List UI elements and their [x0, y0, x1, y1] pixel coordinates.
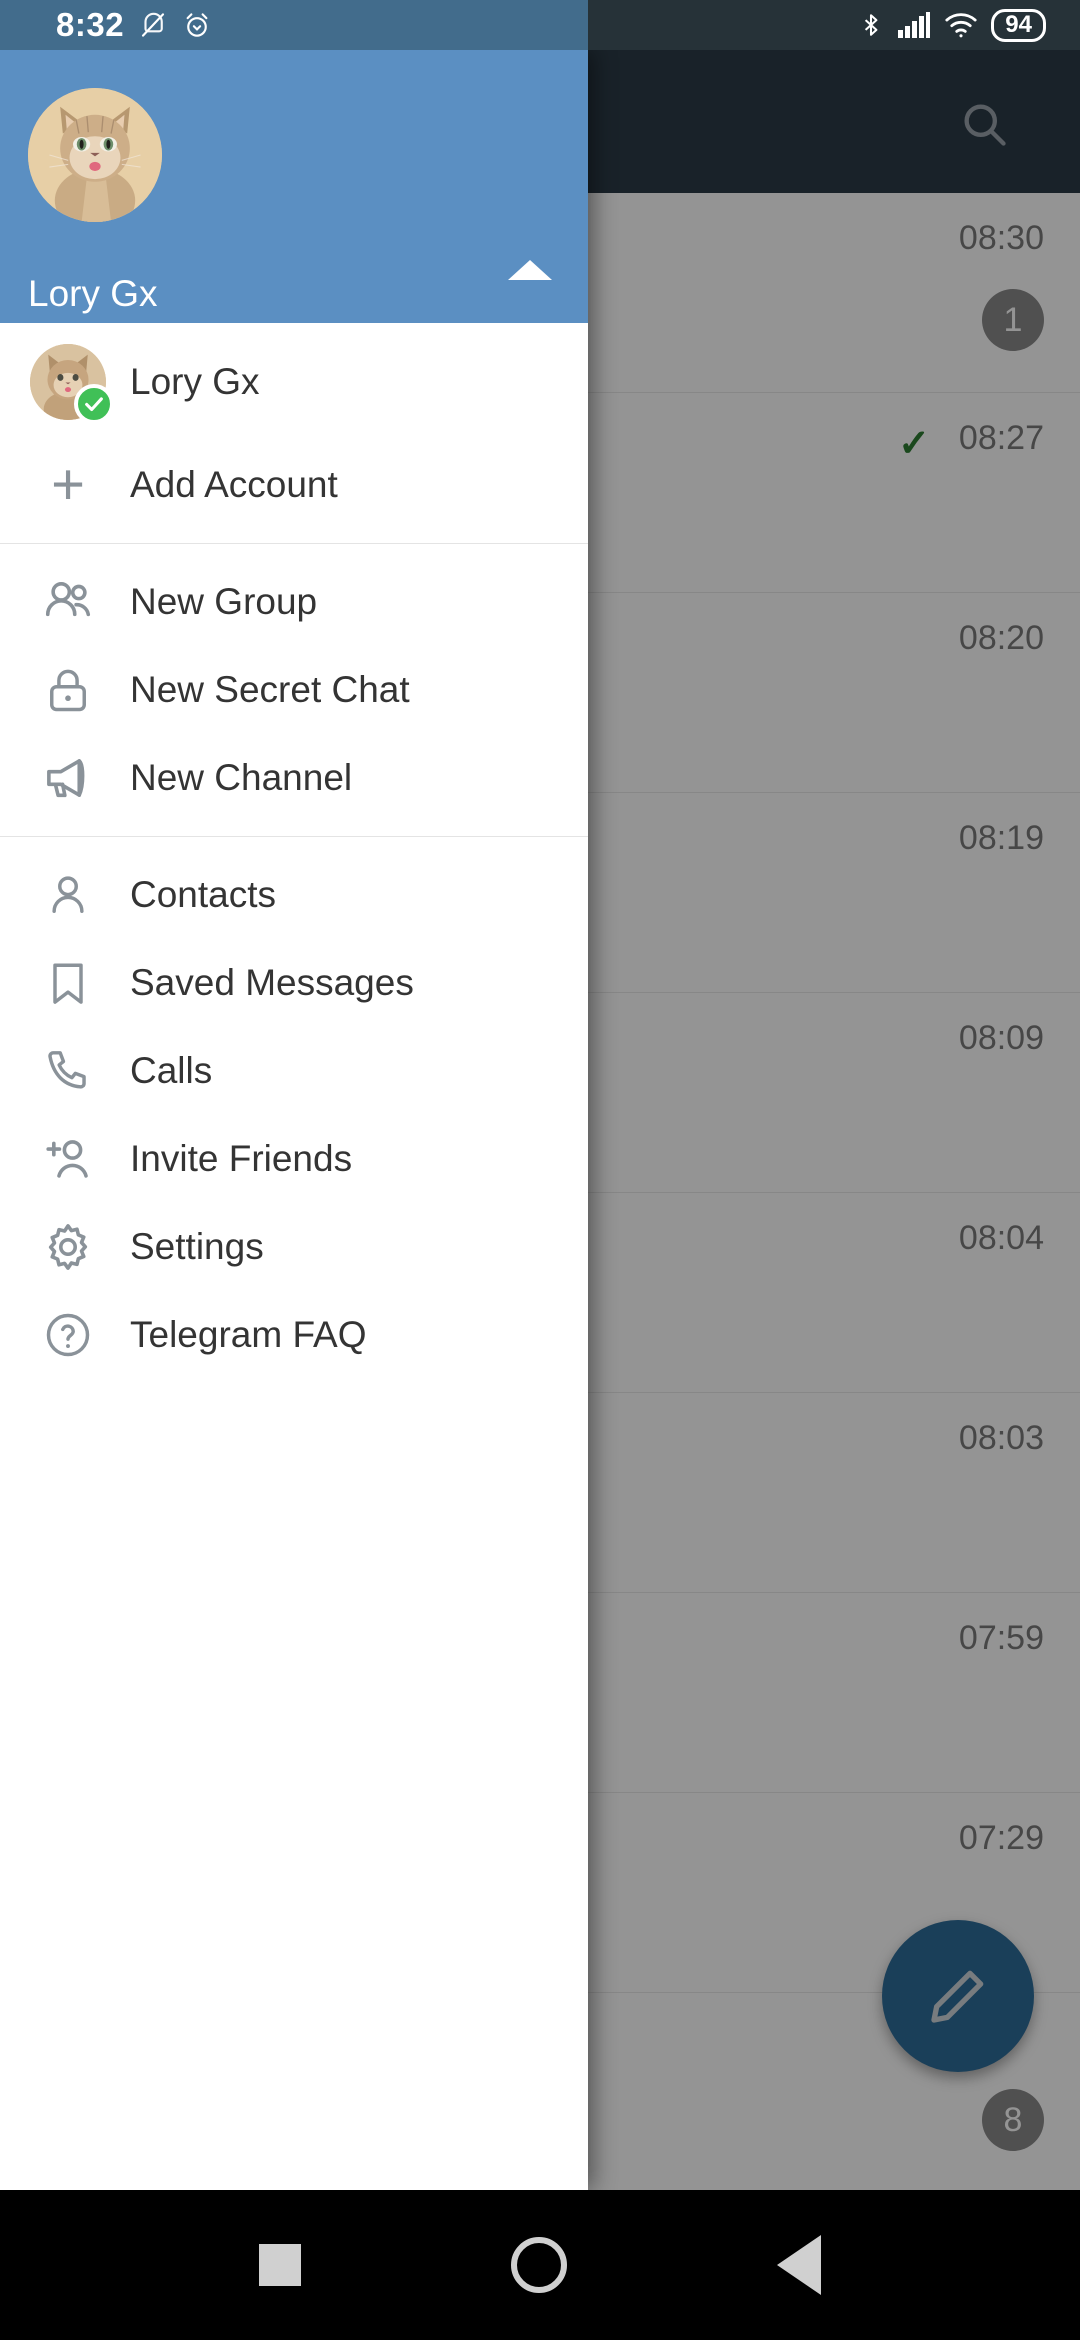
- megaphone-icon: [30, 751, 106, 805]
- bookmark-icon: [30, 957, 106, 1009]
- drawer-item-settings[interactable]: Settings: [0, 1203, 588, 1291]
- chat-timestamp: 07:29: [958, 1819, 1044, 1857]
- circle-icon[interactable]: [511, 2237, 567, 2293]
- person-icon: [30, 869, 106, 921]
- drawer-header[interactable]: Lory Gx: [0, 50, 588, 323]
- active-account-check-icon: [74, 384, 114, 424]
- pencil-icon: [931, 1970, 984, 2023]
- phone-screen: 08:30 ... 1 ✓ 08:27 cum... 08:20 ón...: [0, 0, 1080, 2340]
- drawer-item-label: New Secret Chat: [130, 669, 410, 710]
- new-message-fab[interactable]: [882, 1920, 1034, 2072]
- unread-badge: 8: [982, 2089, 1044, 2151]
- chat-timestamp: 07:59: [958, 1619, 1044, 1657]
- drawer-item-label: Lory Gx: [130, 361, 260, 402]
- drawer-item-label: Add Account: [130, 464, 338, 505]
- question-circle-icon: [30, 1309, 106, 1361]
- vibrate-off-icon: [138, 10, 168, 40]
- divider: [0, 836, 588, 837]
- drawer-menu: Lory Gx + Add Account New Group New Secr…: [0, 323, 588, 2190]
- group-icon: [30, 575, 106, 629]
- battery-icon: 94: [991, 8, 1046, 42]
- chat-timestamp: 08:03: [958, 1419, 1044, 1457]
- chat-timestamp: 08:04: [958, 1219, 1044, 1257]
- android-nav-bar: [0, 2190, 1080, 2340]
- chat-timestamp: 08:19: [958, 819, 1044, 857]
- bluetooth-icon: [858, 10, 884, 40]
- drawer-item-label: New Channel: [130, 757, 353, 798]
- drawer-item-invite-friends[interactable]: Invite Friends: [0, 1115, 588, 1203]
- unread-badge: 1: [982, 289, 1044, 351]
- cat-avatar: [28, 88, 162, 222]
- wifi-icon: [944, 10, 978, 40]
- square-icon[interactable]: [259, 2244, 301, 2286]
- android-status-bar: 8:32 94: [0, 0, 1080, 50]
- drawer-item-new-group[interactable]: New Group: [0, 558, 588, 646]
- phone-icon: [30, 1045, 106, 1097]
- alarm-icon: [182, 10, 212, 40]
- drawer-item-label: Settings: [130, 1226, 264, 1267]
- chevron-up-icon[interactable]: [508, 260, 552, 280]
- drawer-item-label: Contacts: [130, 874, 277, 915]
- chat-timestamp: 08:09: [958, 1019, 1044, 1057]
- lock-icon: [30, 664, 106, 716]
- drawer-item-label: Invite Friends: [130, 1138, 353, 1179]
- plus-icon: +: [30, 456, 106, 514]
- read-check-icon: ✓: [898, 423, 930, 465]
- drawer-item-new-secret-chat[interactable]: New Secret Chat: [0, 646, 588, 734]
- chat-timestamp: 08:20: [958, 619, 1044, 657]
- drawer-profile-name: Lory Gx: [28, 273, 158, 314]
- gear-icon: [30, 1220, 106, 1274]
- drawer-nav-group: Contacts Saved Messages Calls Invite Fri…: [0, 851, 588, 1379]
- chat-timestamp: 08:27: [958, 419, 1044, 457]
- navigation-drawer: Lory Gx Lory Gx + Add Account New Group …: [0, 50, 588, 2190]
- drawer-item-saved-messages[interactable]: Saved Messages: [0, 939, 588, 1027]
- drawer-item-new-channel[interactable]: New Channel: [0, 734, 588, 822]
- drawer-item-account-lory-gx[interactable]: Lory Gx: [0, 323, 588, 441]
- drawer-item-calls[interactable]: Calls: [0, 1027, 588, 1115]
- avatar: [30, 344, 114, 424]
- drawer-accounts-group: Lory Gx + Add Account: [0, 323, 588, 529]
- signal-icon: [897, 10, 931, 40]
- divider: [0, 543, 588, 544]
- chat-timestamp: 08:30: [958, 219, 1044, 257]
- drawer-item-telegram-faq[interactable]: Telegram FAQ: [0, 1291, 588, 1379]
- drawer-item-label: Saved Messages: [130, 962, 414, 1003]
- avatar[interactable]: [28, 88, 162, 222]
- status-bar-left: 8:32: [56, 0, 212, 50]
- status-clock: 8:32: [56, 6, 125, 43]
- drawer-create-group: New Group New Secret Chat New Channel: [0, 558, 588, 822]
- drawer-item-add-account[interactable]: + Add Account: [0, 441, 588, 529]
- drawer-item-contacts[interactable]: Contacts: [0, 851, 588, 939]
- person-add-icon: [30, 1132, 106, 1186]
- search-icon[interactable]: [958, 98, 1010, 150]
- drawer-item-label: Telegram FAQ: [130, 1314, 367, 1355]
- triangle-left-icon[interactable]: [777, 2235, 821, 2295]
- status-bar-right: 94: [858, 0, 1046, 50]
- drawer-item-label: Calls: [130, 1050, 213, 1091]
- plus-glyph: +: [51, 452, 85, 517]
- account-avatar-slot: [30, 344, 114, 424]
- drawer-item-label: New Group: [130, 581, 318, 622]
